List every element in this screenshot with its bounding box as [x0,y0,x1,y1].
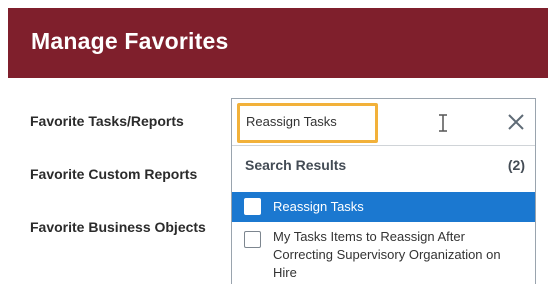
favorite-tasks-reports-label: Favorite Tasks/Reports [30,113,184,129]
result-item-my-tasks-items[interactable]: My Tasks Items to Reassign After Correct… [232,226,535,284]
favorite-custom-reports-label: Favorite Custom Reports [30,166,198,182]
result-item-label: Reassign Tasks [273,199,364,214]
search-input[interactable]: Reassign Tasks [232,99,535,146]
close-icon[interactable] [507,113,525,131]
favorite-business-objects-label: Favorite Business Objects [30,219,206,235]
text-cursor-icon [438,114,448,132]
search-input-value[interactable]: Reassign Tasks [246,114,337,129]
page-title: Manage Favorites [31,28,229,54]
search-prompt-dropdown: Reassign Tasks Search Results (2) Reassi… [231,98,536,284]
page-header: Manage Favorites [8,8,548,78]
result-item-label: My Tasks Items to Reassign After Correct… [273,229,501,280]
search-results-header: Search Results (2) [232,146,535,184]
search-results-title: Search Results [245,157,347,173]
checkbox-icon[interactable] [244,231,261,248]
result-item-reassign-tasks[interactable]: Reassign Tasks [232,192,535,222]
search-results-count: (2) [507,157,525,173]
checkbox-icon[interactable] [244,198,261,215]
